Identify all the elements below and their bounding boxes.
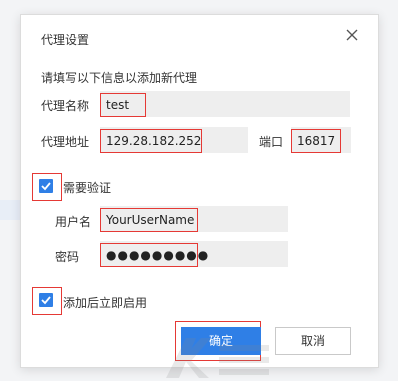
proxy-name-label: 代理名称 [41, 99, 90, 113]
password-field[interactable]: ●●●●●●●●● [100, 241, 288, 267]
password-label: 密码 [55, 250, 80, 264]
require-auth-label: 需要验证 [63, 181, 112, 195]
username-label: 用户名 [55, 215, 92, 229]
port-field[interactable]: 16817 [291, 127, 351, 153]
proxy-address-value: 129.28.182.252 [100, 129, 202, 153]
dialog-title: 代理设置 [41, 33, 90, 47]
close-icon [346, 29, 358, 41]
enable-immediately-check [39, 293, 53, 307]
screen: 代理设置 请填写以下信息以添加新代理 代理名称 test 代理地址 129.28… [0, 0, 398, 381]
enable-immediately-label: 添加后立即启用 [63, 296, 148, 310]
checkmark-icon [41, 182, 51, 191]
cancel-button[interactable]: 取消 [275, 327, 351, 355]
background-panel [0, 200, 20, 220]
checkmark-icon [41, 296, 51, 305]
username-field[interactable]: YourUserName [100, 206, 288, 232]
enable-immediately-checkbox[interactable] [32, 287, 62, 315]
proxy-settings-dialog: 代理设置 请填写以下信息以添加新代理 代理名称 test 代理地址 129.28… [20, 14, 379, 378]
require-auth-check [39, 179, 53, 193]
port-value: 16817 [291, 129, 341, 153]
proxy-name-field[interactable]: test [100, 91, 350, 117]
ok-button[interactable]: 确定 [181, 327, 261, 355]
proxy-name-value: test [100, 93, 146, 117]
proxy-address-field[interactable]: 129.28.182.252 [100, 127, 248, 153]
password-value: ●●●●●●●●● [100, 243, 208, 267]
instruction-text: 请填写以下信息以添加新代理 [41, 71, 198, 85]
proxy-address-label: 代理地址 [41, 135, 90, 149]
username-value: YourUserName [100, 208, 198, 232]
require-auth-checkbox[interactable] [32, 173, 62, 201]
close-button[interactable] [344, 27, 360, 43]
port-label: 端口 [259, 135, 284, 149]
